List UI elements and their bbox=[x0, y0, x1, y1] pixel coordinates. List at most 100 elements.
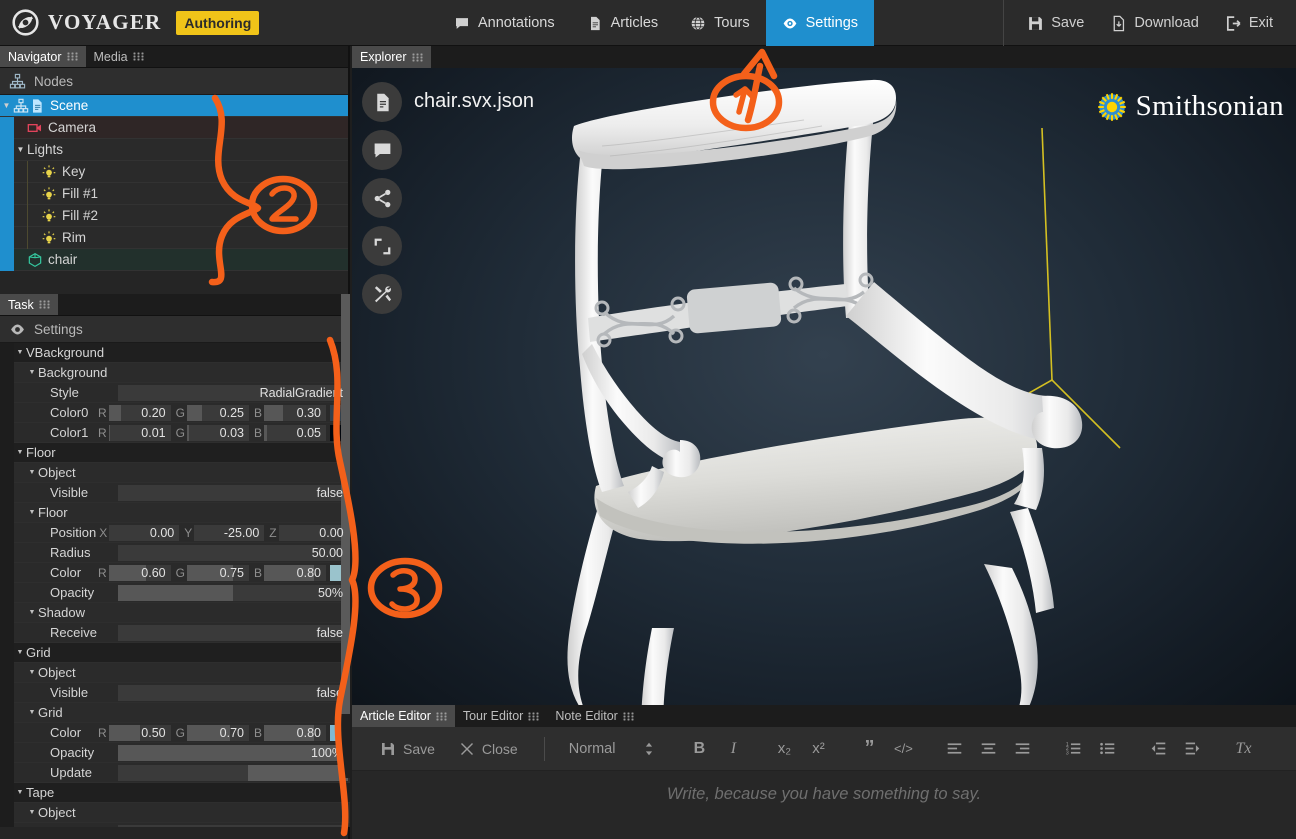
property-row-floor[interactable]: ▼Floor bbox=[0, 503, 350, 523]
color-b-field[interactable]: 0.30 bbox=[264, 405, 326, 421]
property-row-floor[interactable]: ▼Floor bbox=[0, 443, 350, 463]
viewer-document-button[interactable] bbox=[362, 82, 402, 122]
property-row-grid[interactable]: ▼Grid bbox=[0, 643, 350, 663]
viewer-tools-button[interactable] bbox=[362, 274, 402, 314]
bullet-list-button[interactable] bbox=[1092, 734, 1122, 764]
property-row-color0[interactable]: Color0R0.20G0.25B0.30 bbox=[0, 403, 350, 423]
opacity-slider[interactable]: 100% bbox=[118, 745, 348, 761]
save-button[interactable]: Save bbox=[1014, 0, 1097, 46]
property-row-tape[interactable]: ▼Tape bbox=[0, 783, 350, 803]
viewer-fullscreen-button[interactable] bbox=[362, 226, 402, 266]
property-row-object[interactable]: ▼Object bbox=[0, 463, 350, 483]
property-row-object[interactable]: ▼Object bbox=[0, 803, 350, 823]
property-row-position[interactable]: PositionX0.00Y-25.00Z0.00 bbox=[0, 523, 350, 543]
property-row-background[interactable]: ▼Background bbox=[0, 363, 350, 383]
outdent-button[interactable] bbox=[1143, 734, 1173, 764]
property-row-visible[interactable]: Visiblefalse bbox=[0, 683, 350, 703]
caret-down-icon[interactable]: ▼ bbox=[26, 669, 38, 676]
tree-item-lights[interactable]: ▼ Lights bbox=[0, 139, 348, 161]
position-z-field[interactable]: 0.00 bbox=[279, 525, 349, 541]
tree-item-chair[interactable]: chair bbox=[0, 249, 348, 271]
caret-down-icon[interactable]: ▼ bbox=[26, 469, 38, 476]
tree-item-key[interactable]: Key bbox=[0, 161, 348, 183]
tree-item-fill-2[interactable]: Fill #2 bbox=[0, 205, 348, 227]
value-field[interactable]: false bbox=[118, 625, 348, 641]
ordered-list-button[interactable]: 1 2 3 bbox=[1058, 734, 1088, 764]
property-row-visible[interactable]: Visiblefalse bbox=[0, 483, 350, 503]
code-button[interactable]: </> bbox=[888, 734, 918, 764]
color-b-field[interactable]: 0.80 bbox=[264, 565, 326, 581]
model-viewport[interactable]: chair.svx.json bbox=[352, 68, 1296, 705]
caret-down-icon[interactable]: ▼ bbox=[26, 609, 38, 616]
tab-note-editor[interactable]: Note Editor bbox=[547, 705, 642, 727]
value-field[interactable]: 50.00 bbox=[118, 545, 348, 561]
caret-down-icon[interactable]: ▼ bbox=[14, 789, 26, 796]
property-row-receive[interactable]: Receivefalse bbox=[0, 623, 350, 643]
tree-item-scene[interactable]: ▼ Scene bbox=[0, 95, 348, 117]
caret-down-icon[interactable]: ▼ bbox=[26, 809, 38, 816]
property-row-color1[interactable]: Color1R0.01G0.03B0.05 bbox=[0, 423, 350, 443]
caret-down-icon[interactable]: ▼ bbox=[26, 509, 38, 516]
editor-text-area[interactable]: Write, because you have something to say… bbox=[352, 771, 1296, 839]
viewer-share-button[interactable] bbox=[362, 178, 402, 218]
property-row-update[interactable]: Update bbox=[0, 763, 350, 783]
color-g-field[interactable]: 0.25 bbox=[187, 405, 249, 421]
panel-tab-navigator[interactable]: Navigator bbox=[0, 46, 86, 67]
value-field[interactable]: false bbox=[118, 485, 348, 501]
clear-format-button[interactable]: Tx bbox=[1228, 734, 1258, 764]
color-r-field[interactable]: 0.50 bbox=[109, 725, 171, 741]
chair-3d-model[interactable] bbox=[352, 68, 1296, 705]
tab-tours[interactable]: Tours bbox=[674, 0, 765, 46]
caret-down-icon[interactable]: ▼ bbox=[14, 649, 26, 656]
property-row-object[interactable]: ▼Object bbox=[0, 663, 350, 683]
color-b-field[interactable]: 0.80 bbox=[264, 725, 326, 741]
value-field[interactable]: RadialGradient bbox=[118, 385, 348, 401]
property-row-radius[interactable]: Radius50.00 bbox=[0, 543, 350, 563]
panel-tab-explorer[interactable]: Explorer bbox=[352, 46, 431, 68]
position-y-field[interactable]: -25.00 bbox=[194, 525, 264, 541]
property-row-color[interactable]: ColorR0.60G0.75B0.80 bbox=[0, 563, 350, 583]
editor-close-button[interactable]: Close bbox=[449, 734, 528, 764]
property-row-color[interactable]: ColorR0.50G0.70B0.80 bbox=[0, 723, 350, 743]
tab-settings[interactable]: Settings bbox=[766, 0, 874, 46]
property-row-opacity[interactable]: Opacity100% bbox=[0, 743, 350, 763]
tab-tour-editor[interactable]: Tour Editor bbox=[455, 705, 547, 727]
color-b-field[interactable]: 0.05 bbox=[264, 425, 326, 441]
caret-down-icon[interactable]: ▼ bbox=[0, 101, 13, 110]
color-g-field[interactable]: 0.70 bbox=[187, 725, 249, 741]
tab-articles[interactable]: Articles bbox=[571, 0, 675, 46]
value-field[interactable]: false bbox=[118, 685, 348, 701]
superscript-button[interactable]: x² bbox=[803, 734, 833, 764]
property-row-vbackground[interactable]: ▼VBackground bbox=[0, 343, 350, 363]
tree-item-rim[interactable]: Rim bbox=[0, 227, 348, 249]
opacity-slider[interactable]: 50% bbox=[118, 585, 348, 601]
align-right-button[interactable] bbox=[1007, 734, 1037, 764]
caret-down-icon[interactable]: ▼ bbox=[14, 145, 27, 154]
editor-save-button[interactable]: Save bbox=[370, 734, 445, 764]
caret-down-icon[interactable]: ▼ bbox=[14, 349, 26, 356]
viewer-annotations-button[interactable] bbox=[362, 130, 402, 170]
exit-button[interactable]: Exit bbox=[1212, 0, 1286, 46]
scrollbar-thumb[interactable] bbox=[341, 294, 350, 714]
italic-button[interactable]: I bbox=[718, 734, 748, 764]
panel-tab-media[interactable]: Media bbox=[86, 46, 152, 67]
property-row-opacity[interactable]: Opacity50% bbox=[0, 583, 350, 603]
caret-down-icon[interactable]: ▼ bbox=[26, 709, 38, 716]
indent-button[interactable] bbox=[1177, 734, 1207, 764]
property-row-grid[interactable]: ▼Grid bbox=[0, 703, 350, 723]
update-button[interactable] bbox=[118, 765, 348, 781]
color-r-field[interactable]: 0.60 bbox=[109, 565, 171, 581]
tree-item-fill-1[interactable]: Fill #1 bbox=[0, 183, 348, 205]
paragraph-style-select[interactable]: Normal bbox=[561, 741, 664, 757]
update-button-face[interactable] bbox=[248, 765, 348, 781]
download-button[interactable]: Download bbox=[1097, 0, 1212, 46]
tab-annotations[interactable]: Annotations bbox=[438, 0, 571, 46]
tab-article-editor[interactable]: Article Editor bbox=[352, 705, 455, 727]
tree-item-camera[interactable]: Camera bbox=[0, 117, 348, 139]
blockquote-button[interactable]: ” bbox=[854, 734, 884, 764]
property-row-shadow[interactable]: ▼Shadow bbox=[0, 603, 350, 623]
align-center-button[interactable] bbox=[973, 734, 1003, 764]
color-g-field[interactable]: 0.03 bbox=[187, 425, 249, 441]
property-row-visible[interactable]: Visiblefalse bbox=[0, 823, 350, 827]
align-left-button[interactable] bbox=[939, 734, 969, 764]
